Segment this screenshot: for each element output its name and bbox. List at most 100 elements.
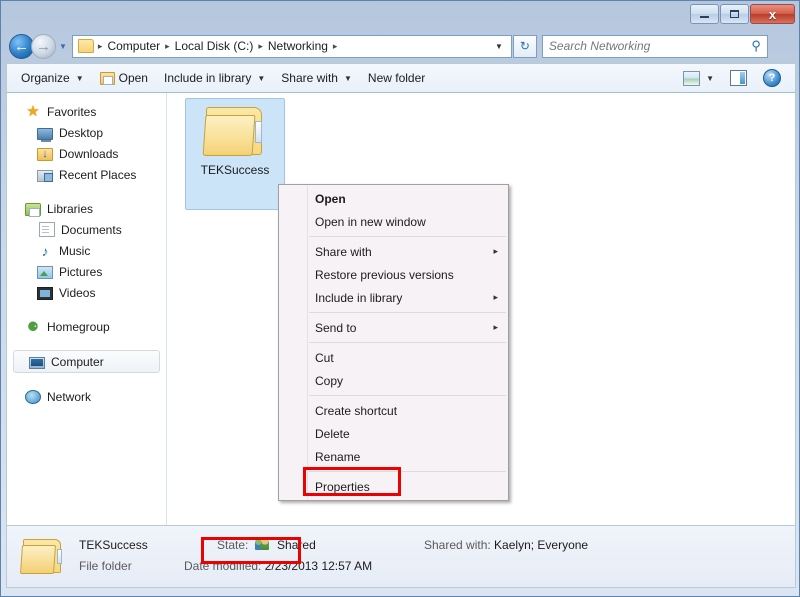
context-menu-item-send-to[interactable]: Send to ▸: [279, 316, 508, 339]
details-state: State: Shared: [217, 537, 316, 552]
details-date-label: Date modified:: [184, 558, 262, 573]
breadcrumb-local-disk[interactable]: Local Disk (C:): [172, 37, 257, 55]
computer-icon: [29, 356, 45, 369]
context-menu-item-include-in-library[interactable]: Include in library ▸: [279, 286, 508, 309]
open-folder-icon: [99, 71, 115, 85]
sidebar-item-homegroup[interactable]: ⚈ Homegroup: [7, 316, 166, 337]
context-menu-item-restore-previous-versions[interactable]: Restore previous versions: [279, 263, 508, 286]
details-date-modified: Date modified: 2/23/2013 12:57 AM: [184, 559, 372, 573]
context-menu-item-rename[interactable]: Rename: [279, 445, 508, 468]
context-menu-item-open[interactable]: Open: [279, 187, 508, 210]
sidebar-item-documents[interactable]: Documents: [7, 219, 166, 240]
include-in-library-button[interactable]: Include in library ▼: [156, 66, 273, 90]
search-box[interactable]: Search Networking ⚲: [541, 34, 768, 58]
sidebar-item-computer[interactable]: Computer: [13, 350, 160, 373]
preview-pane-icon: [730, 70, 747, 86]
navigation-pane: ★ Favorites Desktop Downloads Recent Pla…: [7, 93, 167, 525]
recent-places-icon: [37, 169, 53, 182]
share-with-button[interactable]: Share with ▼: [273, 66, 360, 90]
context-menu-item-cut[interactable]: Cut: [279, 346, 508, 369]
minimize-button[interactable]: [690, 4, 719, 24]
homegroup-icon: ⚈: [27, 318, 39, 334]
file-item-teksuccess[interactable]: TEKSuccess: [185, 98, 285, 210]
sidebar-item-label: Recent Places: [59, 167, 137, 182]
sidebar-item-favorites[interactable]: ★ Favorites: [7, 101, 166, 122]
maximize-button[interactable]: [720, 4, 749, 24]
change-view-button[interactable]: ▼: [675, 66, 722, 91]
sidebar-item-music[interactable]: ♪ Music: [7, 240, 166, 261]
file-item-label: TEKSuccess: [200, 163, 270, 177]
context-menu-item-label: Open in new window: [315, 214, 426, 229]
video-icon: [37, 287, 53, 300]
chevron-right-icon: ▸: [493, 292, 498, 302]
context-menu-item-open-in-new-window[interactable]: Open in new window: [279, 210, 508, 233]
sidebar-item-label: Music: [59, 243, 91, 258]
maximize-icon: [730, 10, 739, 18]
context-menu-item-label: Cut: [315, 350, 334, 365]
open-label: Open: [118, 71, 148, 85]
breadcrumb-separator-icon[interactable]: ▸: [163, 41, 172, 52]
title-bar: x: [1, 1, 799, 29]
breadcrumb-separator-icon: ▸: [97, 40, 103, 51]
address-bar[interactable]: ▸ Computer ▸ Local Disk (C:) ▸ Networkin…: [71, 34, 512, 58]
network-icon: [25, 390, 41, 404]
context-menu-item-share-with[interactable]: Share with ▸: [279, 240, 508, 263]
sidebar-item-label: Computer: [51, 354, 104, 369]
sidebar-item-recent-places[interactable]: Recent Places: [7, 164, 166, 185]
details-shared-with: Shared with: Kaelyn; Everyone: [424, 538, 588, 552]
open-button[interactable]: Open: [92, 66, 156, 90]
sidebar-item-downloads[interactable]: Downloads: [7, 143, 166, 164]
sidebar-item-videos[interactable]: Videos: [7, 282, 166, 303]
sidebar-item-desktop[interactable]: Desktop: [7, 122, 166, 143]
details-pane: TEKSuccess File folder State: Shared Dat…: [6, 525, 796, 588]
sidebar-item-network[interactable]: Network: [7, 386, 166, 407]
refresh-button[interactable]: ↻: [512, 34, 537, 58]
breadcrumb-networking[interactable]: Networking: [265, 37, 331, 55]
breadcrumb-computer[interactable]: Computer: [104, 37, 163, 55]
chevron-right-icon: ▸: [493, 322, 498, 332]
preview-pane-button[interactable]: [722, 65, 755, 91]
breadcrumb-separator-icon[interactable]: ▸: [256, 41, 265, 52]
context-menu-item-create-shortcut[interactable]: Create shortcut: [279, 399, 508, 422]
chevron-right-icon: ▸: [493, 246, 498, 256]
context-menu-item-label: Delete: [315, 426, 350, 441]
sidebar-item-libraries[interactable]: Libraries: [7, 198, 166, 219]
context-menu-item-delete[interactable]: Delete: [279, 422, 508, 445]
context-menu-item-label: Rename: [315, 449, 361, 464]
details-shared-with-label: Shared with:: [424, 537, 491, 552]
sidebar-item-label: Libraries: [47, 201, 94, 216]
chevron-down-icon: ▼: [75, 73, 84, 83]
search-input[interactable]: Search Networking: [549, 39, 751, 53]
command-toolbar: Organize ▼ Open Include in library ▼ Sha…: [6, 63, 796, 93]
forward-button[interactable]: →: [31, 33, 56, 59]
chevron-down-icon: ▼: [343, 73, 352, 83]
context-menu-item-copy[interactable]: Copy: [279, 369, 508, 392]
window-controls: x: [690, 4, 795, 24]
help-button[interactable]: ?: [755, 64, 789, 92]
details-state-value: Shared: [277, 537, 316, 552]
close-button[interactable]: x: [750, 4, 795, 24]
context-menu-item-properties[interactable]: Properties: [279, 475, 508, 498]
chevron-down-icon: ▼: [706, 73, 714, 83]
details-state-label: State:: [217, 537, 249, 552]
details-date-value: 2/23/2013 12:57 AM: [264, 558, 373, 573]
sidebar-item-pictures[interactable]: Pictures: [7, 261, 166, 282]
recent-pages-button[interactable]: ▼: [59, 42, 67, 51]
address-bar-row: ← → ▼ ▸ Computer ▸ Local Disk (C:) ▸ Net…: [1, 30, 799, 62]
sidebar-item-label: Desktop: [59, 125, 104, 140]
context-menu-separator: [309, 395, 506, 396]
folder-icon: [19, 537, 65, 577]
context-menu-item-label: Share with: [315, 244, 372, 259]
organize-label: Organize: [21, 71, 70, 85]
address-dropdown-icon[interactable]: ▼: [489, 42, 509, 51]
context-menu-separator: [309, 236, 506, 237]
new-folder-button[interactable]: New folder: [360, 66, 433, 90]
breadcrumb-separator-icon[interactable]: ▸: [331, 41, 340, 52]
sidebar-item-label: Downloads: [59, 146, 119, 161]
organize-button[interactable]: Organize ▼: [13, 66, 92, 90]
context-menu-item-label: Send to: [315, 320, 357, 335]
sidebar-item-label: Pictures: [59, 264, 103, 279]
